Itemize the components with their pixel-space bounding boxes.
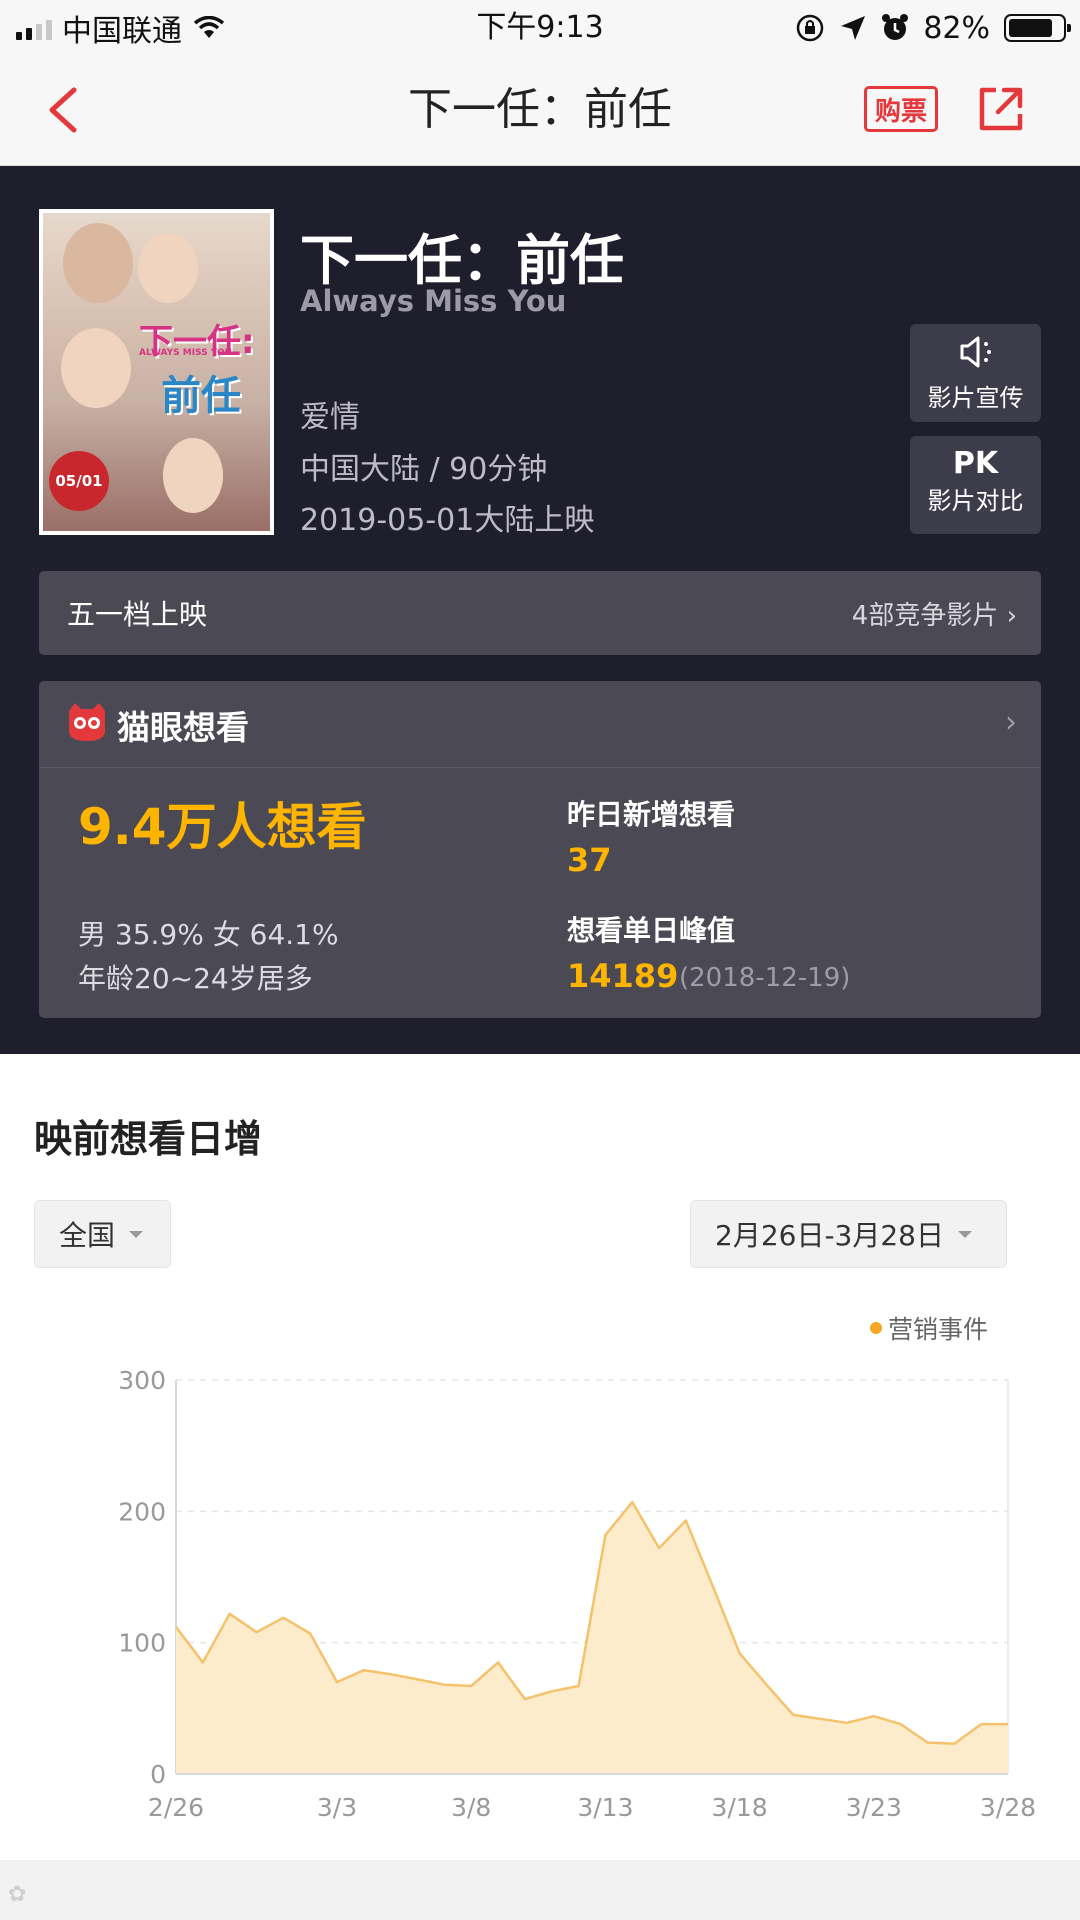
- promo-button[interactable]: 影片宣传: [910, 324, 1041, 422]
- daily-want-chart: 0 100 200 300 2/26 3/3 3/8 3/13 3/18 3/23 3/28: [118, 1366, 1036, 1820]
- back-arrow-icon[interactable]: [40, 84, 90, 136]
- status-right: 82%: [795, 8, 1071, 48]
- buy-ticket-button[interactable]: 购票: [864, 86, 938, 132]
- battery-percent: 82%: [923, 10, 990, 46]
- share-icon[interactable]: [976, 84, 1026, 134]
- status-bar: 中国联通 下午9:13 82%: [0, 0, 1080, 54]
- speaker-icon: [910, 332, 1041, 381]
- want-age-group: 年龄20~24岁居多: [78, 962, 313, 995]
- x-tick-label: 3/23: [846, 1793, 902, 1820]
- poster-release-stamp: 05/01: [49, 451, 109, 511]
- caret-down-icon: [129, 1230, 144, 1238]
- x-tick-label: 3/8: [451, 1793, 491, 1820]
- cellular-signal-icon: [16, 16, 52, 40]
- compare-label: 影片对比: [927, 487, 1024, 515]
- compare-button[interactable]: PK 影片对比: [910, 436, 1041, 534]
- poster-title-line2: 前任: [161, 373, 241, 419]
- region-filter-value: 全国: [59, 1219, 116, 1252]
- orientation-lock-icon: [797, 14, 824, 42]
- y-tick-label: 0: [150, 1760, 166, 1789]
- maoyan-cat-logo-icon: [69, 703, 105, 741]
- movie-header: 下一任: ALWAYS MISS YOU 前任 05/01 下一任：前任 Alw…: [0, 166, 1080, 1054]
- carrier-name: 中国联通: [62, 14, 182, 49]
- movie-poster[interactable]: 下一任: ALWAYS MISS YOU 前任 05/01: [39, 209, 274, 535]
- want-gender-split: 男 35.9% 女 64.1%: [78, 918, 339, 951]
- section-title: 映前想看日增: [34, 1117, 263, 1161]
- battery-icon: [1004, 14, 1071, 42]
- status-left: 中国联通: [16, 8, 226, 49]
- y-tick-label: 200: [118, 1497, 166, 1526]
- movie-title-en: Always Miss You: [300, 284, 567, 318]
- want-to-see-card: 猫眼想看 › 9.4万人想看 男 35.9% 女 64.1% 年龄20~24岁居…: [39, 681, 1041, 1018]
- pk-icon: PK: [952, 446, 999, 481]
- yesterday-new-value: 37: [567, 841, 612, 879]
- want-brand-title: 猫眼想看: [117, 708, 249, 747]
- caret-down-icon: [958, 1230, 972, 1238]
- region-filter-dropdown[interactable]: 全国: [34, 1200, 171, 1268]
- series-area: [176, 1502, 1008, 1774]
- y-tick-label: 100: [118, 1629, 166, 1658]
- x-tick-label: 2/26: [148, 1793, 204, 1820]
- yesterday-new-label: 昨日新增想看: [567, 798, 736, 831]
- peak-label: 想看单日峰值: [567, 914, 736, 947]
- want-total: 9.4万人想看: [78, 798, 367, 856]
- chevron-right-icon: ›: [1005, 705, 1017, 740]
- movie-genre: 爱情: [300, 400, 360, 435]
- chevron-right-icon: ›: [1006, 601, 1017, 631]
- release-slot-row[interactable]: 五一档上映 4部竞争影片 ›: [39, 571, 1041, 655]
- competitors-label: 4部竞争影片: [851, 601, 999, 631]
- movie-region-duration: 中国大陆 / 90分钟: [300, 452, 548, 487]
- peak-date: (2018-12-19): [679, 963, 851, 993]
- wifi-icon: [193, 16, 225, 38]
- movie-release-date: 2019-05-01大陆上映: [300, 503, 595, 538]
- date-range-value: 2月26日-3月28日: [715, 1219, 944, 1252]
- release-slot-label: 五一档上映: [67, 598, 208, 631]
- x-tick-label: 3/18: [712, 1793, 768, 1820]
- watermark: ✿: [8, 1882, 27, 1907]
- battery-fill: [1009, 19, 1052, 37]
- date-range-dropdown[interactable]: 2月26日-3月28日: [690, 1200, 1007, 1268]
- x-tick-label: 3/13: [577, 1793, 633, 1820]
- poster-artwork: 下一任: ALWAYS MISS YOU 前任 05/01: [43, 213, 270, 531]
- y-tick-label: 300: [118, 1366, 166, 1395]
- location-icon: [841, 16, 866, 40]
- want-card-header[interactable]: 猫眼想看 ›: [39, 681, 1041, 768]
- peak-value: 14189: [567, 957, 679, 995]
- alarm-icon: [882, 14, 909, 40]
- footer-strip: [0, 1860, 1080, 1920]
- x-tick-label: 3/28: [980, 1793, 1036, 1820]
- nav-bar: 下一任：前任 购票: [0, 54, 1080, 166]
- poster-subtitle: ALWAYS MISS YOU: [139, 348, 232, 358]
- competitors-link[interactable]: 4部竞争影片 ›: [852, 595, 1017, 632]
- x-tick-label: 3/3: [317, 1793, 357, 1820]
- legend-dot-icon: [870, 1322, 882, 1334]
- promo-label: 影片宣传: [927, 384, 1024, 412]
